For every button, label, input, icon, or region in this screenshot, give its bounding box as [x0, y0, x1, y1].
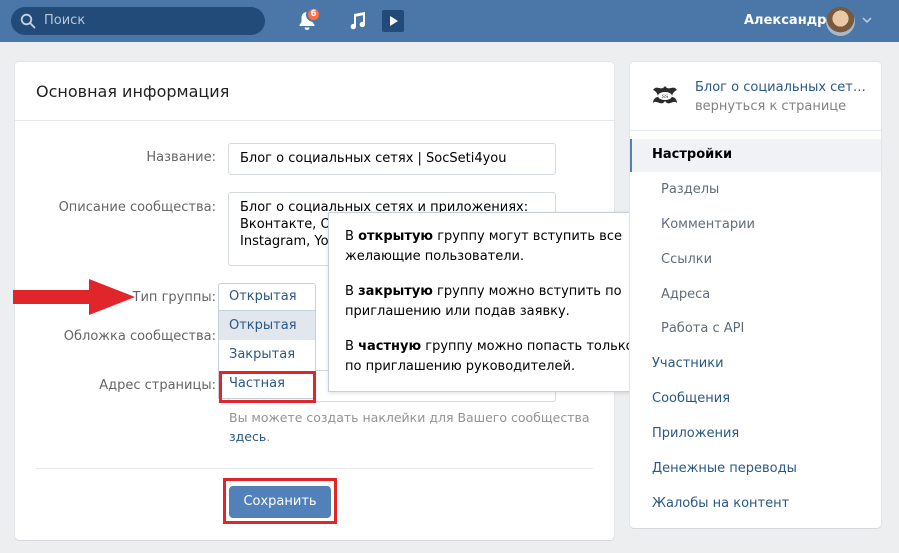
- private-highlight-box: [219, 371, 316, 403]
- tooltip-private: В частную группу можно попасть только по…: [345, 339, 634, 374]
- group-type-select[interactable]: Открытая: [218, 283, 316, 311]
- sidebar-item-messages[interactable]: Сообщения: [630, 383, 881, 416]
- search-icon: [20, 13, 36, 29]
- sidebar-item-settings[interactable]: Настройки: [630, 139, 881, 172]
- sidebar-item-addresses[interactable]: Адреса: [630, 279, 881, 312]
- sidebar-item-members[interactable]: Участники: [630, 348, 881, 381]
- group-type-label: Тип группы:: [132, 290, 216, 305]
- sidebar-item-apps[interactable]: Приложения: [630, 418, 881, 451]
- top-bar: Поиск 6 Александр: [0, 0, 899, 42]
- svg-text:SS: SS: [662, 94, 669, 100]
- tooltip-open: В открытую группу могут вступить все жел…: [345, 229, 622, 264]
- group-logo-icon[interactable]: SS: [647, 78, 683, 114]
- section-title: Основная информация: [36, 82, 230, 101]
- hint-link[interactable]: здесь: [229, 429, 266, 444]
- back-link[interactable]: вернуться к странице: [695, 99, 846, 114]
- sidebar-item-complaints[interactable]: Жалобы на контент: [630, 488, 881, 521]
- name-label: Название:: [146, 150, 216, 165]
- group-title-link[interactable]: Блог о социальных сетях | SocSeti4you: [695, 80, 873, 95]
- stickers-hint: Вы можете создать наклейки для Вашего со…: [229, 408, 599, 446]
- cover-label: Обложка сообщества:: [63, 329, 216, 344]
- search-input[interactable]: Поиск: [11, 7, 265, 35]
- video-icon[interactable]: [381, 9, 405, 33]
- group-type-tooltip: В открытую группу могут вступить все жел…: [328, 212, 657, 392]
- description-label: Описание сообщества:: [58, 200, 216, 215]
- notification-badge: 6: [306, 7, 321, 22]
- sidebar-item-links[interactable]: Ссылки: [630, 244, 881, 277]
- option-closed[interactable]: Закрытая: [219, 340, 315, 369]
- chevron-down-icon[interactable]: [862, 15, 872, 25]
- avatar[interactable]: [826, 7, 855, 36]
- hint-text: Вы можете создать наклейки для Вашего со…: [229, 410, 590, 425]
- search-placeholder: Поиск: [44, 13, 86, 28]
- hint-dot: .: [266, 429, 271, 444]
- sidebar-item-sections[interactable]: Разделы: [630, 174, 881, 207]
- sidebar-item-comments[interactable]: Комментарии: [630, 209, 881, 242]
- sidebar-item-money-transfers[interactable]: Денежные переводы: [630, 453, 881, 486]
- divider: [36, 468, 593, 469]
- option-open[interactable]: Открытая: [219, 311, 315, 340]
- music-icon[interactable]: [345, 9, 369, 33]
- sidebar-item-api[interactable]: Работа с API: [630, 313, 881, 346]
- save-highlight-box: [223, 478, 337, 524]
- divider: [15, 120, 614, 121]
- red-arrow-icon: [13, 279, 135, 315]
- user-name[interactable]: Александр: [744, 13, 827, 28]
- tooltip-closed: В закрытую группу можно вступить по приг…: [345, 284, 622, 319]
- settings-sidebar: SS Блог о социальных сетях | SocSeti4you…: [630, 62, 881, 528]
- divider: [630, 130, 881, 131]
- address-label: Адрес страницы:: [99, 378, 216, 393]
- name-field[interactable]: Блог о социальных сетях | SocSeti4you: [228, 143, 556, 175]
